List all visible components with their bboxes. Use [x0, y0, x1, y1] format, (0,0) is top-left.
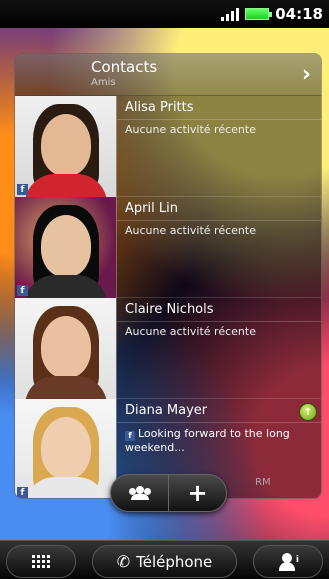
widget-subtitle: Amis	[91, 77, 116, 88]
widget-title: Contacts	[91, 58, 158, 76]
post-meta: RM	[255, 477, 271, 488]
phone-button[interactable]: ✆ Téléphone	[92, 545, 237, 578]
phone-icon: ✆	[116, 552, 131, 571]
bottom-bar: ✆ Téléphone i	[0, 540, 329, 579]
status-bar: 04:18	[0, 0, 329, 28]
contact-activity: Aucune activité récente	[125, 224, 256, 237]
people-button[interactable]: i	[253, 545, 323, 578]
avatar[interactable]: f	[15, 96, 117, 197]
contact-activity: Aucune activité récente	[125, 123, 256, 136]
post-text: Looking forward to the long weekend...	[125, 427, 290, 454]
online-status-icon: ↑	[299, 403, 317, 421]
group-icon	[128, 486, 151, 500]
avatar[interactable]	[15, 298, 117, 399]
contact-name: Claire Nichols	[125, 302, 214, 317]
avatar[interactable]: f	[15, 197, 117, 298]
contact-row[interactable]: f Alisa Pritts Aucune activité récente	[15, 96, 321, 197]
widget-actions: +	[110, 474, 227, 512]
phone-label: Téléphone	[136, 552, 213, 571]
apps-grid-icon	[32, 555, 50, 568]
status-time: 04:18	[275, 5, 323, 23]
plus-icon: +	[187, 479, 208, 507]
contact-row[interactable]: f April Lin Aucune activité récente	[15, 197, 321, 298]
facebook-post: f Looking forward to the long weekend...	[125, 427, 315, 455]
group-button[interactable]	[111, 475, 168, 511]
contact-row[interactable]: Claire Nichols Aucune activité récente	[15, 298, 321, 399]
contacts-widget: Contacts Amis › f Alisa Pritts Aucune ac…	[14, 53, 322, 499]
contact-name: Diana Mayer	[125, 403, 208, 418]
widget-header[interactable]: Contacts Amis ›	[15, 54, 321, 96]
contact-activity: Aucune activité récente	[125, 325, 256, 338]
apps-button[interactable]	[6, 545, 76, 578]
contact-name: April Lin	[125, 201, 178, 216]
facebook-icon: f	[17, 487, 28, 498]
chevron-right-icon[interactable]: ›	[302, 62, 311, 87]
battery-icon	[245, 8, 273, 20]
facebook-icon: f	[125, 431, 135, 441]
facebook-icon: f	[17, 184, 28, 195]
facebook-icon: f	[17, 285, 28, 296]
people-info-icon: i	[279, 552, 299, 571]
add-contact-button[interactable]: +	[169, 475, 226, 511]
avatar[interactable]: f	[15, 399, 117, 498]
signal-icon	[221, 7, 240, 21]
contact-name: Alisa Pritts	[125, 100, 194, 115]
